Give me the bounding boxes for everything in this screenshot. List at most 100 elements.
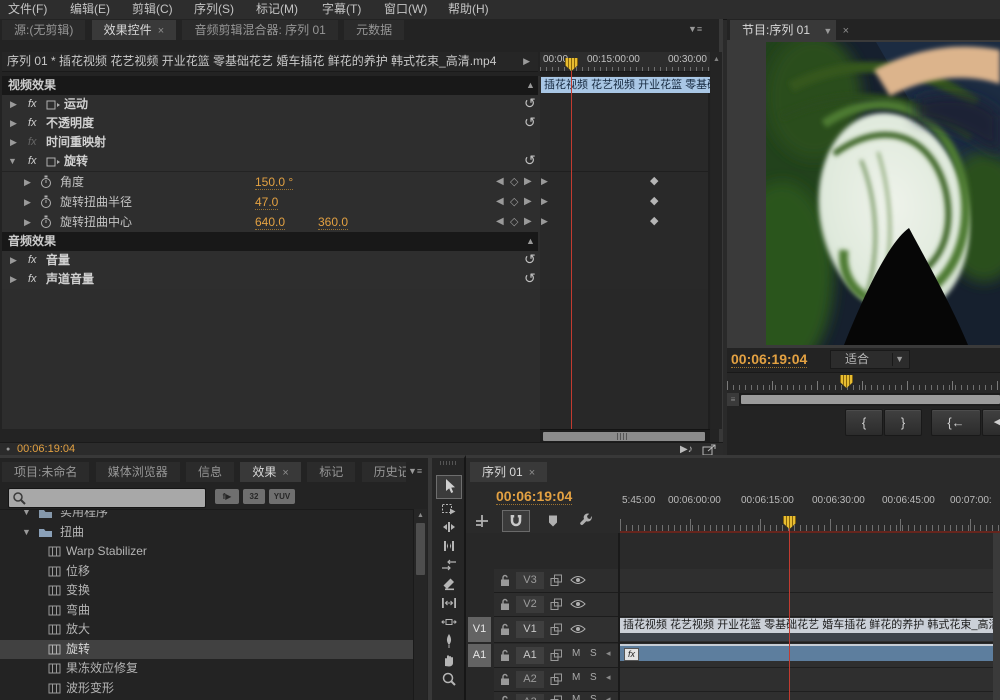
- collapse-icon[interactable]: ▼: [22, 509, 31, 522]
- tab-effect-controls[interactable]: 效果控件×: [92, 20, 176, 40]
- track-keyframe-arrow-icon[interactable]: ◂: [606, 672, 611, 683]
- menu-window[interactable]: 窗口(W): [384, 0, 427, 19]
- timeline-settings-wrench-icon[interactable]: [578, 513, 594, 529]
- reset-icon[interactable]: ↺: [524, 251, 536, 270]
- hand-tool[interactable]: [441, 652, 457, 668]
- sync-lock-icon[interactable]: [550, 695, 563, 700]
- tab-effects[interactable]: 效果×: [240, 462, 300, 482]
- scroll-up-icon[interactable]: ▲: [414, 512, 427, 519]
- program-hscrollbar[interactable]: ≡: [727, 393, 1000, 406]
- track-name-a2[interactable]: A2: [516, 671, 544, 688]
- param-value[interactable]: 47.0: [255, 195, 278, 210]
- menu-title[interactable]: 字幕(T): [322, 0, 361, 19]
- tree-item-rolling-shutter[interactable]: 果冻效应修复: [0, 659, 413, 678]
- lock-icon[interactable]: [500, 695, 510, 700]
- tab-markers[interactable]: 标记: [307, 462, 355, 482]
- close-icon[interactable]: ×: [282, 467, 288, 479]
- chevron-down-icon[interactable]: ▼: [823, 26, 832, 36]
- track-content-v2[interactable]: [620, 593, 1000, 617]
- tree-folder-distort[interactable]: ▼ 扭曲: [0, 523, 413, 542]
- fx-badge-disabled[interactable]: fx: [28, 133, 37, 152]
- param-value-y[interactable]: 360.0: [318, 215, 348, 230]
- next-keyframe-icon[interactable]: ▶: [524, 172, 532, 192]
- ec-hscrollbar-thumb[interactable]: [543, 432, 705, 441]
- ripple-edit-tool[interactable]: [441, 519, 457, 535]
- sync-lock-icon[interactable]: [550, 623, 563, 636]
- track-name-a1[interactable]: A1: [516, 647, 544, 664]
- mute-button[interactable]: M: [572, 648, 580, 659]
- reset-icon[interactable]: ↺: [524, 95, 536, 114]
- mark-in-button[interactable]: {: [845, 409, 883, 436]
- expand-icon[interactable]: ▶: [24, 192, 31, 212]
- tree-item-warp-stabilizer[interactable]: Warp Stabilizer: [0, 542, 413, 561]
- tab-metadata[interactable]: 元数据: [344, 20, 404, 40]
- eye-icon[interactable]: [570, 575, 586, 585]
- selection-tool[interactable]: [441, 478, 457, 494]
- go-to-in-button[interactable]: {←: [931, 409, 981, 436]
- collapse-section-icon[interactable]: ▲: [526, 76, 535, 95]
- 32bit-badge[interactable]: 32: [243, 489, 265, 504]
- expand-icon[interactable]: ▶: [10, 133, 17, 152]
- source-patch-v1[interactable]: V1: [468, 617, 491, 642]
- solo-button[interactable]: S: [590, 648, 597, 659]
- panel-menu-icon[interactable]: ▼≡: [408, 466, 422, 476]
- sync-lock-icon[interactable]: [550, 649, 563, 662]
- tab-program-monitor[interactable]: 节目:序列 01 ▼: [730, 20, 836, 40]
- timeline-ruler[interactable]: 5:45:00 00:06:00:00 00:06:15:00 00:06:30…: [620, 486, 1000, 531]
- tree-item-magnify[interactable]: 放大: [0, 620, 413, 639]
- effects-tree-vscrollbar[interactable]: ▲: [413, 509, 427, 700]
- menu-file[interactable]: 文件(F): [8, 0, 47, 19]
- tab-history[interactable]: 历史记录: [362, 462, 406, 482]
- yuv-badge[interactable]: YUV: [269, 489, 295, 504]
- tab-sequence-01[interactable]: 序列 01×: [470, 462, 547, 482]
- audio-clip[interactable]: fx: [620, 646, 1000, 661]
- tab-audio-mixer[interactable]: 音频剪辑混合器: 序列 01: [182, 20, 337, 40]
- expand-icon[interactable]: ▶: [24, 172, 31, 192]
- tree-item-bend[interactable]: 弯曲: [0, 601, 413, 620]
- track-content-v3[interactable]: [620, 569, 1000, 593]
- solo-button[interactable]: S: [590, 672, 597, 683]
- sync-lock-icon[interactable]: [550, 673, 563, 686]
- nest-insert-icon[interactable]: [474, 513, 490, 529]
- stopwatch-icon[interactable]: [40, 215, 52, 229]
- fx-badge[interactable]: fx: [28, 270, 37, 289]
- fx-badge[interactable]: fx: [28, 114, 37, 133]
- solo-button[interactable]: S: [590, 694, 597, 700]
- lock-icon[interactable]: [500, 598, 510, 611]
- track-content-a2[interactable]: [620, 668, 1000, 692]
- param-value[interactable]: 150.0 °: [255, 175, 293, 190]
- expand-icon[interactable]: ▶: [10, 95, 17, 114]
- prev-keyframe-icon[interactable]: ◀: [496, 192, 504, 212]
- menu-clip[interactable]: 剪辑(C): [132, 0, 173, 19]
- program-timecode[interactable]: 00:06:19:04: [731, 351, 807, 368]
- program-hscrollbar-thumb[interactable]: [741, 395, 1000, 404]
- slip-tool[interactable]: [441, 595, 457, 611]
- ec-hscrollbar[interactable]: [540, 429, 710, 443]
- fit-dropdown[interactable]: 适合 ▼: [830, 350, 910, 369]
- track-name-v3[interactable]: V3: [516, 572, 544, 589]
- eye-icon[interactable]: [570, 599, 586, 609]
- track-keyframe-arrow-icon[interactable]: ◂: [606, 694, 611, 700]
- close-icon[interactable]: ×: [529, 467, 535, 479]
- ec-vscrollbar[interactable]: ▲: [711, 52, 722, 429]
- expand-icon[interactable]: ▶: [10, 251, 17, 270]
- vscrollbar-thumb[interactable]: [416, 523, 425, 575]
- menu-marker[interactable]: 标记(M): [256, 0, 298, 19]
- source-patch-a1[interactable]: A1: [468, 644, 491, 667]
- effects-search-field[interactable]: [8, 488, 206, 508]
- lock-icon[interactable]: [500, 673, 510, 686]
- keyframe-diamond[interactable]: ◆: [650, 174, 658, 187]
- pen-tool[interactable]: [441, 633, 457, 649]
- fx-badge[interactable]: fx: [28, 95, 37, 114]
- mute-button[interactable]: M: [572, 694, 580, 700]
- stopwatch-icon[interactable]: [40, 195, 52, 209]
- program-mini-ruler[interactable]: [727, 372, 1000, 393]
- tree-item-wave-warp[interactable]: 波形变形: [0, 679, 413, 698]
- snap-toggle[interactable]: [502, 510, 530, 532]
- work-area-bar[interactable]: [620, 531, 1000, 533]
- sync-lock-icon[interactable]: [550, 598, 563, 611]
- menu-sequence[interactable]: 序列(S): [194, 0, 234, 19]
- timeline-right-strip[interactable]: [993, 533, 1000, 700]
- scroll-up-icon[interactable]: ▲: [711, 56, 722, 63]
- expand-icon[interactable]: ▶: [10, 114, 17, 133]
